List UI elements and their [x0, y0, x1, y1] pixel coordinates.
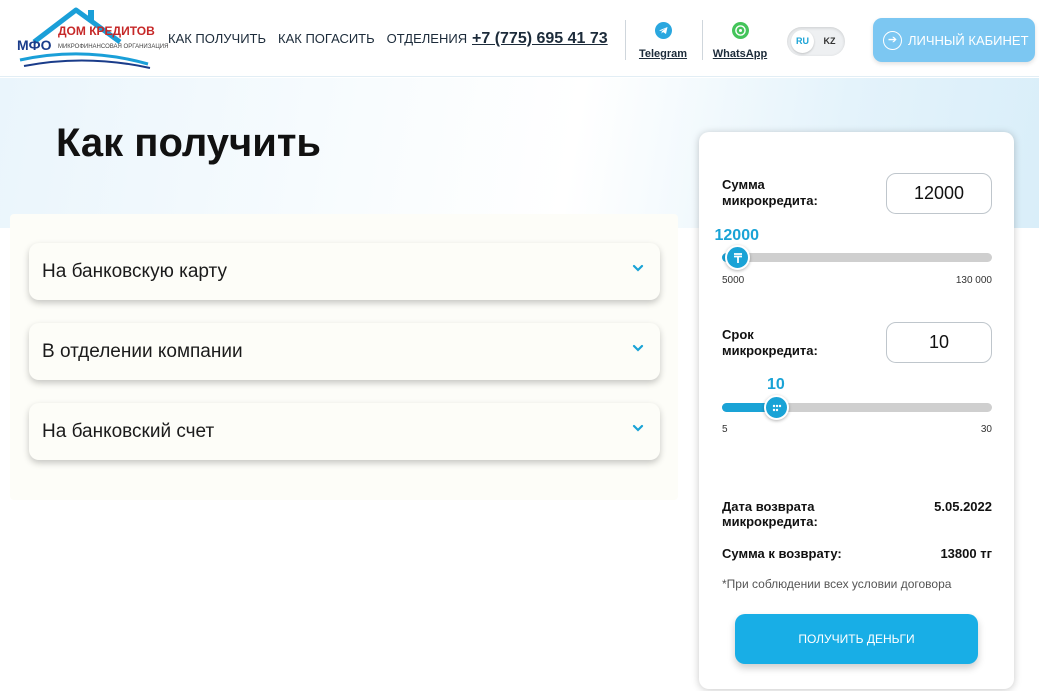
- term-label: Срок микрокредита:: [722, 327, 818, 358]
- page-title: Как получить: [56, 121, 321, 165]
- terms-note: *При соблюдении всех условии договора: [722, 577, 952, 591]
- amount-max-label: 130 000: [955, 275, 992, 286]
- accordion-item-bank-account[interactable]: На банковский счет: [29, 403, 660, 460]
- logo-brand-name: ДОМ КРЕДИТОВ: [58, 24, 155, 38]
- amount-label: Сумма микрокредита:: [722, 177, 818, 208]
- header-divider: [702, 20, 703, 60]
- telegram-link[interactable]: Telegram: [633, 20, 693, 64]
- term-min-label: 5: [722, 424, 728, 435]
- nav-how-to-repay[interactable]: КАК ПОГАСИТЬ: [278, 31, 375, 46]
- accordion-item-bank-card[interactable]: На банковскую карту: [29, 243, 660, 300]
- term-slider[interactable]: [722, 395, 992, 420]
- nav-how-to-get[interactable]: КАК ПОЛУЧИТЬ: [168, 31, 266, 46]
- whatsapp-icon: [731, 22, 749, 39]
- telegram-icon: [654, 22, 672, 39]
- site-header: МФО ДОМ КРЕДИТОВ МИКРОФИНАНСОВАЯ ОРГАНИЗ…: [0, 0, 1039, 77]
- telegram-label: Telegram: [638, 48, 688, 60]
- dots-icon: [772, 404, 781, 411]
- return-date-value: 5.05.2022: [934, 499, 992, 514]
- accordion-label: В отделении компании: [42, 341, 243, 362]
- nav-branches[interactable]: ОТДЕЛЕНИЯ: [387, 31, 467, 46]
- amount-input[interactable]: [886, 173, 992, 214]
- header-divider: [625, 20, 626, 60]
- chevron-down-icon: [632, 344, 644, 352]
- amount-slider-value: 12000: [714, 227, 760, 244]
- language-switch[interactable]: RU KZ: [787, 27, 845, 56]
- term-max-label: 30: [980, 424, 992, 435]
- accordion-label: На банковский счет: [42, 421, 215, 442]
- lang-ru-option[interactable]: RU: [791, 30, 814, 53]
- get-money-button[interactable]: ПОЛУЧИТЬ ДЕНЬГИ: [735, 614, 978, 664]
- phone-link[interactable]: +7 (775) 695 41 73: [472, 30, 608, 48]
- return-date-label: Дата возврата микрокредита:: [722, 499, 818, 529]
- term-slider-thumb[interactable]: [764, 395, 789, 420]
- amount-slider-thumb[interactable]: [725, 245, 750, 270]
- chevron-down-icon: [632, 264, 644, 272]
- personal-cabinet-label: ЛИЧНЫЙ КАБИНЕТ: [908, 32, 1029, 48]
- arrow-right-circle-icon: ➔: [883, 30, 902, 50]
- return-sum-label: Сумма к возврату:: [722, 546, 842, 561]
- logo-subtitle: МИКРОФИНАНСОВАЯ ОРГАНИЗАЦИЯ: [58, 44, 169, 50]
- term-input[interactable]: [886, 322, 992, 363]
- loan-calculator: Сумма микрокредита: 12000 5000 130 000 С…: [699, 132, 1014, 689]
- lang-kz-option[interactable]: KZ: [818, 30, 841, 53]
- term-slider-value: 10: [767, 376, 785, 393]
- logo[interactable]: МФО ДОМ КРЕДИТОВ МИКРОФИНАНСОВАЯ ОРГАНИЗ…: [14, 4, 168, 70]
- personal-cabinet-button[interactable]: ➔ ЛИЧНЫЙ КАБИНЕТ: [873, 18, 1035, 62]
- accordion-item-branch[interactable]: В отделении компании: [29, 323, 660, 380]
- whatsapp-label: WhatsApp: [712, 48, 768, 60]
- logo-mfo-text: МФО: [17, 37, 52, 53]
- tenge-icon: [733, 252, 742, 263]
- accordion-label: На банковскую карту: [42, 261, 227, 282]
- whatsapp-link[interactable]: WhatsApp: [710, 20, 770, 64]
- return-sum-value: 13800 тг: [940, 546, 992, 561]
- amount-slider[interactable]: [722, 245, 992, 270]
- main-nav: КАК ПОЛУЧИТЬ КАК ПОГАСИТЬ ОТДЕЛЕНИЯ: [168, 31, 467, 46]
- chevron-down-icon: [632, 424, 644, 432]
- amount-min-label: 5000: [722, 275, 745, 286]
